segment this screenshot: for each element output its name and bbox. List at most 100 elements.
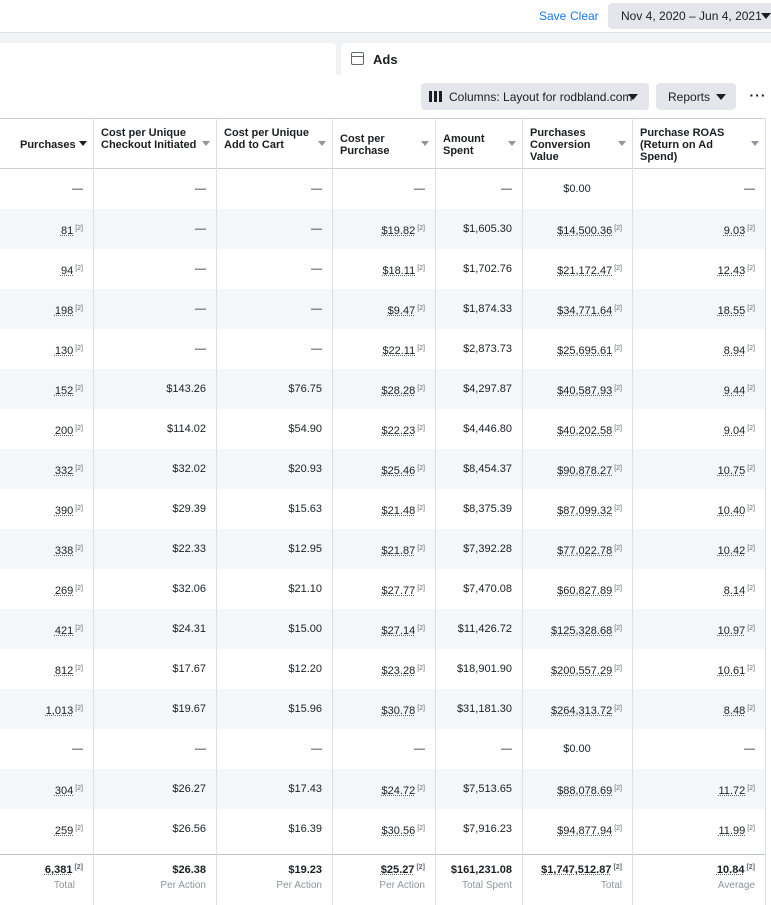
cell-value: — — [72, 183, 83, 195]
cell-value: $22.23 — [381, 425, 416, 437]
clear-link[interactable]: Clear — [570, 9, 599, 23]
cell-value: $7,470.08 — [463, 583, 512, 595]
table-row[interactable]: 94 [2] — — $18.11 [2] $1,702.76 $21,172.47 [2] 12… — [0, 249, 771, 289]
table-row[interactable]: 1,013 [2] $19.67 $15.96 $30.78 [2] $31,181.30 $… — [0, 689, 771, 729]
attribution-marker: [2] — [747, 785, 755, 792]
total-value-cpu_checkout: $26.38 — [93, 864, 206, 876]
table-cell-amount_spent: $11,426.72 — [435, 609, 512, 649]
table-cell-cost_per_purchase: — — [332, 169, 425, 209]
sort-caret-icon — [751, 141, 759, 146]
cell-value: $27.77 — [381, 585, 416, 597]
table-cell-conversion_value: $77,022.78 [2] — [522, 529, 622, 569]
attribution-marker: [2] — [417, 385, 425, 392]
table-cell-cpu_add_to_cart: — — [216, 249, 322, 289]
table-cell-cpu_add_to_cart: $15.00 — [216, 609, 322, 649]
table-row[interactable]: 130 [2] — — $22.11 [2] $2,873.73 $25,695.61 [2] 8… — [0, 329, 771, 369]
table-cell-cost_per_purchase: $27.14 [2] — [332, 609, 425, 649]
table-cell-cpu_add_to_cart: $54.90 — [216, 409, 322, 449]
column-header-roas[interactable]: Purchase ROAS (Return on Ad Spend) — [632, 119, 765, 169]
column-header-amount_spent[interactable]: Amount Spent — [435, 119, 522, 169]
table-row[interactable]: 332 [2] $32.02 $20.93 $25.46 [2] $8,454.37 $90,… — [0, 449, 771, 489]
table-cell-cpu_checkout: — — [93, 249, 206, 289]
attribution-marker: [2] — [747, 705, 755, 712]
cell-value: $25,695.61 — [557, 345, 613, 357]
column-divider — [522, 118, 523, 905]
cell-value: 8.14 — [723, 585, 746, 597]
cell-value: — — [311, 343, 322, 355]
total-value-text: $1,747,512.87 — [541, 864, 612, 876]
table-row[interactable]: 338 [2] $22.33 $12.95 $21.87 [2] $7,392.28 $77,… — [0, 529, 771, 569]
attribution-marker: [2] — [75, 545, 83, 552]
table-cell-roas: 8.94 [2] — [632, 329, 755, 369]
campaigns-panel-tab[interactable] — [0, 43, 336, 75]
tab-ads[interactable]: Ads — [341, 43, 771, 75]
table-row[interactable]: 304 [2] $26.27 $17.43 $24.72 [2] $7,513.65 $88,… — [0, 769, 771, 809]
table-cell-conversion_value: $0.00 — [522, 169, 632, 209]
attribution-marker: [2] — [417, 665, 425, 672]
table-cell-roas: 9.03 [2] — [632, 209, 755, 249]
column-header-conversion_value[interactable]: Purchases Conversion Value — [522, 119, 632, 169]
attribution-marker: [2] — [614, 625, 622, 632]
table-cell-cpu_checkout: $143.26 — [93, 369, 206, 409]
date-range-text: Nov 4, 2020 – Jun 4, 2021 — [621, 9, 762, 23]
cell-value: $1,605.30 — [463, 223, 512, 235]
table-row[interactable]: 259 [2] $26.56 $16.39 $30.56 [2] $7,916.23 $94,… — [0, 809, 771, 849]
table-cell-conversion_value: $87,099.32 [2] — [522, 489, 622, 529]
table-row[interactable]: 198 [2] — — $9.47 [2] $1,874.33 $34,771.64 [2] 18… — [0, 289, 771, 329]
attribution-marker: [2] — [75, 825, 83, 832]
total-value-text: $19.23 — [288, 864, 322, 876]
table-cell-roas: — — [632, 169, 755, 209]
table-row[interactable]: 152 [2] $143.26 $76.75 $28.28 [2] $4,297.87 $40… — [0, 369, 771, 409]
column-header-cpu_checkout[interactable]: Cost per Unique Checkout Initiated — [93, 119, 216, 169]
table-row[interactable]: 269 [2] $32.06 $21.10 $27.77 [2] $7,470.08 $60,… — [0, 569, 771, 609]
table-cell-cpu_add_to_cart: $21.10 — [216, 569, 322, 609]
table-row[interactable]: 81 [2] — — $19.82 [2] $1,605.30 $14,500.36 [2] 9.… — [0, 209, 771, 249]
table-row[interactable]: 812 [2] $17.67 $12.20 $23.28 [2] $18,901.90 $20… — [0, 649, 771, 689]
table-cell-purchases: 269 [2] — [12, 569, 83, 609]
cell-value: — — [195, 343, 206, 355]
table-row[interactable]: — — — — — $0.00 — — [0, 729, 771, 769]
attribution-marker: [2] — [614, 305, 622, 312]
cell-value: $60,827.89 — [557, 585, 613, 597]
table-cell-roas: 10.40 [2] — [632, 489, 755, 529]
column-header-purchases[interactable]: Purchases — [12, 119, 93, 169]
attribution-marker: [2] — [75, 225, 83, 232]
columns-button[interactable]: Columns: Layout for rodbland.com — [421, 83, 649, 110]
ads-data-table: — — — — — $0.00—81 [2] — — $19.82 [2] $1,605.30 $14,… — [0, 118, 771, 905]
cell-value: $30.56 — [381, 825, 416, 837]
attribution-marker: [2] — [417, 785, 425, 792]
total-label-amount_spent: Total Spent — [461, 880, 512, 891]
table-row[interactable]: — — — — — $0.00 — — [0, 169, 771, 209]
table-cell-cpu_add_to_cart: $17.43 — [216, 769, 322, 809]
table-row[interactable]: 421 [2] $24.31 $15.00 $27.14 [2] $11,426.72 $12… — [0, 609, 771, 649]
cell-value: $23.28 — [381, 665, 416, 677]
sort-caret-icon — [421, 141, 429, 146]
column-header-cpu_add_to_cart[interactable]: Cost per Unique Add to Cart — [216, 119, 332, 169]
attribution-marker: [2] — [417, 625, 425, 632]
save-link[interactable]: Save — [539, 9, 566, 23]
total-label-roas: Average — [717, 880, 755, 891]
table-row[interactable]: 200 [2] $114.02 $54.90 $22.23 [2] $4,446.80 $40… — [0, 409, 771, 449]
attribution-marker: [2] — [747, 665, 755, 672]
cell-value: 269 — [54, 585, 74, 597]
table-cell-cpu_checkout: $26.27 — [93, 769, 206, 809]
cell-value: $24.72 — [381, 785, 416, 797]
date-range-picker[interactable]: Nov 4, 2020 – Jun 4, 2021 — [608, 3, 771, 29]
table-cell-cpu_checkout: $17.67 — [93, 649, 206, 689]
table-cell-cost_per_purchase: $21.48 [2] — [332, 489, 425, 529]
cell-value: — — [414, 743, 425, 755]
total-value-roas: 10.84 [2] — [632, 864, 755, 876]
cell-value: $31,181.30 — [456, 703, 512, 715]
more-options-button[interactable]: ··· — [748, 83, 768, 110]
attribution-marker: [2] — [614, 825, 622, 832]
sort-caret-icon — [618, 141, 626, 146]
cell-value: $125,328.68 — [551, 625, 613, 637]
vertical-scrollbar[interactable] — [765, 118, 771, 905]
table-cell-purchases: 812 [2] — [12, 649, 83, 689]
reports-button[interactable]: Reports — [656, 83, 736, 110]
column-header-cost_per_purchase[interactable]: Cost per Purchase — [332, 119, 435, 169]
table-row[interactable]: 390 [2] $29.39 $15.63 $21.48 [2] $8,375.39 $87,… — [0, 489, 771, 529]
table-cell-roas: 10.61 [2] — [632, 649, 755, 689]
column-header-label: Cost per Purchase — [340, 133, 390, 157]
cell-value: $264,313.72 — [551, 705, 613, 717]
